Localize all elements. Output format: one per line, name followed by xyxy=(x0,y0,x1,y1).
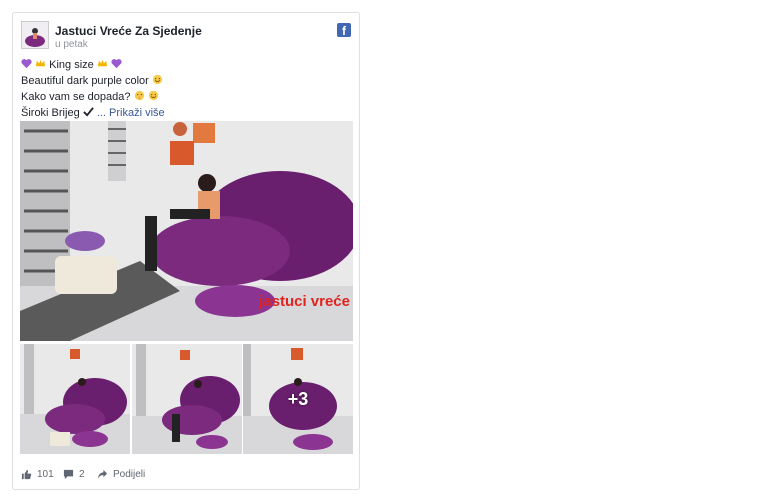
thumbs-up-icon xyxy=(21,469,32,479)
checkmark-icon xyxy=(83,107,94,117)
photo-thumbnail-1[interactable] xyxy=(20,344,130,454)
shushing-face-icon xyxy=(134,90,144,101)
hugging-face-icon xyxy=(148,90,158,101)
like-count-value: 101 xyxy=(37,468,54,480)
comment-icon xyxy=(63,469,74,479)
share-button[interactable]: Podijeli xyxy=(97,465,145,483)
crown-icon xyxy=(97,59,107,67)
main-photo[interactable]: jastuci vreće xyxy=(20,121,353,341)
more-photos-count[interactable]: +3 xyxy=(243,344,353,454)
text-line-1: King size xyxy=(21,57,351,73)
page-avatar[interactable] xyxy=(21,21,49,49)
post-timestamp[interactable]: u petak xyxy=(55,39,88,50)
text-line-2: Beautiful dark purple color xyxy=(21,73,351,89)
text-line-4: Široki Brijeg ... Prikaži više xyxy=(21,105,351,121)
photo-thumbnail-3[interactable]: +3 xyxy=(243,344,353,454)
hugging-face-icon xyxy=(152,74,162,85)
see-more-link[interactable]: ... Prikaži više xyxy=(97,107,165,119)
watermark-logo: jastuci vreće xyxy=(258,293,350,310)
crown-icon xyxy=(35,59,46,67)
post-footer: 101 2 Podijeli xyxy=(21,465,351,483)
page-name-link[interactable]: Jastuci Vreće Za Sjedenje xyxy=(55,24,202,38)
post-card: Jastuci Vreće Za Sjedenje u petak f King… xyxy=(12,12,360,490)
facebook-icon[interactable]: f xyxy=(337,23,351,37)
comment-count-value: 2 xyxy=(79,468,85,480)
purple-heart-icon xyxy=(21,59,32,69)
post-text: King size Beautiful dark purple color Ka… xyxy=(21,57,351,121)
king-size-text: King size xyxy=(49,59,94,71)
like-count[interactable]: 101 xyxy=(21,465,54,483)
color-description-text: Beautiful dark purple color xyxy=(21,75,149,87)
comment-count[interactable]: 2 xyxy=(63,465,85,483)
share-label: Podijeli xyxy=(113,468,146,480)
question-text: Kako vam se dopada? xyxy=(21,91,131,103)
purple-heart-icon xyxy=(111,59,122,69)
photo-thumbnail-2[interactable] xyxy=(132,344,242,454)
post-header: Jastuci Vreće Za Sjedenje u petak f xyxy=(21,21,351,51)
location-text: Široki Brijeg xyxy=(21,107,80,119)
text-line-3: Kako vam se dopada? xyxy=(21,89,351,105)
share-icon xyxy=(97,469,108,479)
